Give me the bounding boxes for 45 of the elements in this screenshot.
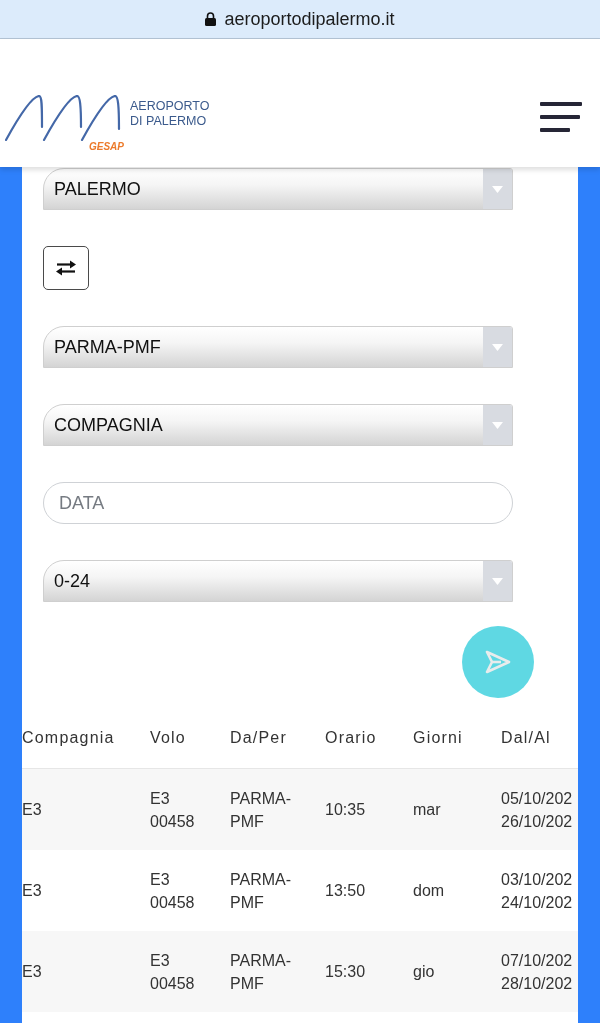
logo-text: AEROPORTO: [130, 99, 210, 114]
column-header: Compagnia: [22, 729, 115, 747]
table-cell-text: E3 00458: [150, 869, 196, 913]
table-cell-text: E3: [22, 962, 42, 982]
column-header: Volo: [150, 729, 186, 747]
select-field[interactable]: PALERMO: [43, 168, 513, 210]
date-text: 07/10/202: [501, 950, 573, 971]
select-field[interactable]: COMPAGNIA: [43, 404, 513, 446]
date-field[interactable]: DATA: [43, 482, 513, 524]
date-text: 05/10/202: [501, 788, 573, 809]
date-text: 28/10/202: [501, 973, 573, 994]
select-field[interactable]: PARMA-PMF: [43, 326, 513, 368]
table-cell-text: E3: [22, 800, 42, 820]
table-cell-text: 13:50: [325, 881, 366, 901]
lock-icon: [205, 12, 217, 26]
table-cell-text: mar: [413, 800, 441, 820]
date-text: 03/10/202: [501, 869, 573, 890]
table-cell-text: E3: [22, 881, 42, 901]
menu-icon[interactable]: [540, 102, 582, 132]
swap-button[interactable]: [43, 246, 89, 290]
table-cell-text: E3 00458: [150, 788, 196, 832]
url-text: aeroportodipalermo.it: [224, 8, 395, 30]
logo-arcs-icon: [5, 95, 123, 141]
logo-subtitle: GESAP: [89, 141, 123, 152]
logo-text: DI PALERMO: [130, 114, 207, 129]
table-cell-text: PARMA-PMF: [230, 869, 293, 913]
column-header: Giorni: [413, 729, 463, 747]
caret-icon: [483, 405, 512, 445]
column-header: Orario: [325, 729, 377, 747]
caret-icon: [483, 561, 512, 601]
table-cell-text: gio: [413, 962, 435, 982]
table-cell-text: E3 00458: [150, 950, 196, 994]
send-icon: [485, 650, 511, 674]
column-header: Da/Per: [230, 729, 287, 747]
table-cell-text: PARMA-PMF: [230, 950, 293, 994]
swap-icon: [55, 260, 77, 276]
date-text: 24/10/202: [501, 892, 573, 913]
column-header: Dal/Al: [501, 729, 551, 747]
select-field[interactable]: 0-24: [43, 560, 513, 602]
date-text: 26/10/202: [501, 811, 573, 832]
table-cell-text: 10:35: [325, 800, 366, 820]
table-cell-text: 15:30: [325, 962, 366, 982]
table-cell-text: dom: [413, 881, 445, 901]
caret-icon: [483, 327, 512, 367]
table-cell-text: PARMA-PMF: [230, 788, 293, 832]
